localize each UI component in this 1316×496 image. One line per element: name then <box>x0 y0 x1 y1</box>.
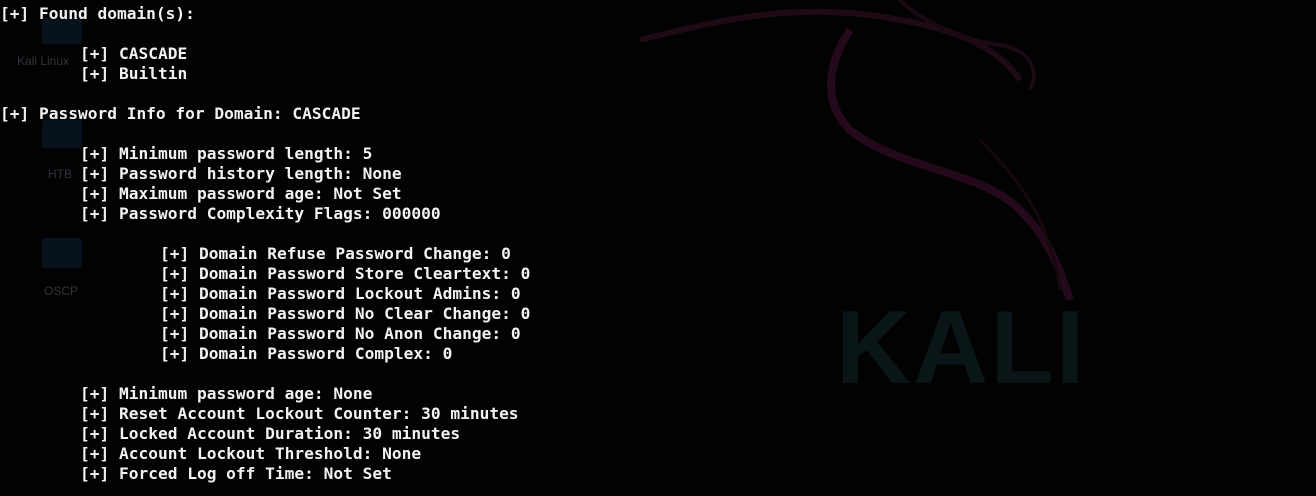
complexity-flag-line: [+] Domain Refuse Password Change: 0 <box>160 244 511 263</box>
complexity-flag-line: [+] Domain Password Lockout Admins: 0 <box>160 284 521 303</box>
lockout-line: [+] Minimum password age: None <box>80 384 373 403</box>
found-domains-header: [+] Found domain(s): <box>0 4 195 23</box>
terminal-output[interactable]: [+] Found domain(s): [+] CASCADE [+] Bui… <box>0 0 1316 496</box>
complexity-flag-line: [+] Domain Password No Clear Change: 0 <box>160 304 531 323</box>
complexity-flag-line: [+] Domain Password No Anon Change: 0 <box>160 324 521 343</box>
lockout-line: [+] Reset Account Lockout Counter: 30 mi… <box>80 404 519 423</box>
domain-line: [+] Builtin <box>80 64 188 83</box>
complexity-flag-line: [+] Domain Password Store Cleartext: 0 <box>160 264 531 283</box>
lockout-line: [+] Locked Account Duration: 30 minutes <box>80 424 461 443</box>
policy-line: [+] Password Complexity Flags: 000000 <box>80 204 441 223</box>
lockout-line: [+] Account Lockout Threshold: None <box>80 444 422 463</box>
lockout-line: [+] Forced Log off Time: Not Set <box>80 464 392 483</box>
screen: KALI Kali Linux HTB OSCP [+] Found domai… <box>0 0 1316 496</box>
domain-line: [+] CASCADE <box>80 44 188 63</box>
policy-line: [+] Maximum password age: Not Set <box>80 184 402 203</box>
complexity-flag-line: [+] Domain Password Complex: 0 <box>160 344 453 363</box>
policy-line: [+] Password history length: None <box>80 164 402 183</box>
policy-line: [+] Minimum password length: 5 <box>80 144 373 163</box>
password-info-header: [+] Password Info for Domain: CASCADE <box>0 104 361 123</box>
